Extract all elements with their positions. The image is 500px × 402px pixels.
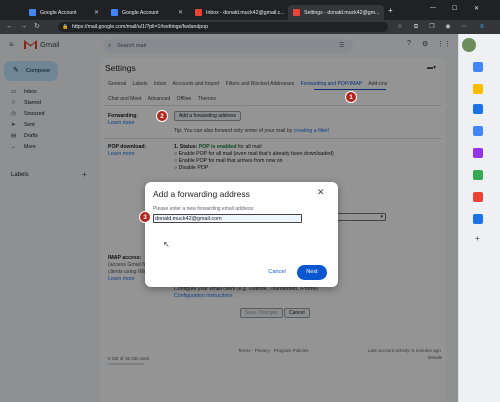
next-button[interactable]: Next bbox=[297, 265, 327, 280]
close-icon[interactable]: ✕ bbox=[317, 187, 325, 198]
extension-icon[interactable] bbox=[473, 214, 483, 224]
address-bar: ← → ↻ 🔒 https://mail.google.com/mail/u/1… bbox=[0, 20, 500, 34]
forwarding-email-input[interactable] bbox=[153, 214, 302, 223]
browser-tab[interactable]: Google Account ✕ bbox=[24, 5, 104, 20]
maximize-icon[interactable]: ☐ bbox=[452, 5, 457, 12]
calendar-icon[interactable] bbox=[473, 62, 483, 72]
step-badge-3: 3 bbox=[139, 211, 151, 223]
mouse-cursor-icon: ↖ bbox=[163, 240, 170, 249]
profile-icon[interactable]: ◉ bbox=[444, 23, 452, 31]
back-icon[interactable]: ← bbox=[6, 23, 13, 31]
gmail-favicon-icon bbox=[195, 9, 202, 16]
collections-icon[interactable]: ❐ bbox=[428, 23, 436, 31]
avatar[interactable] bbox=[462, 38, 476, 52]
contacts-icon[interactable] bbox=[473, 126, 483, 136]
keep-icon[interactable] bbox=[473, 84, 483, 94]
menu-dots-icon[interactable]: ⋯ bbox=[460, 23, 468, 31]
close-tab-icon[interactable]: ✕ bbox=[178, 9, 183, 16]
dialog-title: Add a forwarding address bbox=[153, 189, 250, 199]
add-sidebar-app-icon[interactable]: + bbox=[475, 234, 480, 243]
dialog-prompt: Please enter a new forwarding email addr… bbox=[153, 206, 255, 212]
close-tab-icon[interactable]: ✕ bbox=[94, 9, 99, 16]
extension-icon[interactable] bbox=[473, 148, 483, 158]
browser-sidebar: + bbox=[458, 34, 500, 402]
step-badge-2: 2 bbox=[156, 110, 168, 122]
minimize-icon[interactable]: — bbox=[430, 5, 436, 11]
browser-tab[interactable]: Google Account ✕ bbox=[106, 5, 188, 20]
url-field[interactable]: 🔒 https://mail.google.com/mail/u/1/?pli=… bbox=[58, 22, 388, 32]
new-tab-icon[interactable]: + bbox=[388, 6, 393, 15]
gmail-app: ≡ Gmail ⌕ Search mail ☰ ? ⚙ ⋮⋮ ✎ Compose… bbox=[0, 34, 458, 402]
bing-icon[interactable]: b bbox=[478, 23, 486, 31]
add-forwarding-dialog: Add a forwarding address ✕ Please enter … bbox=[145, 182, 338, 287]
close-window-icon[interactable]: ✕ bbox=[474, 5, 479, 12]
google-favicon-icon bbox=[111, 9, 118, 16]
lock-icon: 🔒 bbox=[62, 24, 69, 30]
forward-icon[interactable]: → bbox=[20, 23, 27, 31]
cancel-button[interactable]: Cancel bbox=[262, 266, 292, 279]
extension-icon[interactable] bbox=[473, 192, 483, 202]
tasks-icon[interactable] bbox=[473, 104, 483, 114]
step-badge-1: 1 bbox=[345, 91, 357, 103]
browser-tab-bar: Google Account ✕ Google Account ✕ Inbox … bbox=[0, 0, 500, 20]
refresh-icon[interactable]: ↻ bbox=[34, 23, 40, 31]
browser-tab-active[interactable]: Settings - donald.muck42@gm... ✕ bbox=[288, 5, 384, 20]
close-tab-icon[interactable]: ✕ bbox=[383, 9, 384, 16]
extensions-icon[interactable]: ⧉ bbox=[412, 23, 420, 31]
favorites-star-icon[interactable]: ☆ bbox=[396, 23, 404, 31]
browser-tab[interactable]: Inbox - donald.muck42@gmail.c... ✕ bbox=[190, 5, 286, 20]
google-favicon-icon bbox=[29, 9, 36, 16]
extension-icon[interactable] bbox=[473, 170, 483, 180]
gmail-favicon-icon bbox=[293, 9, 300, 16]
